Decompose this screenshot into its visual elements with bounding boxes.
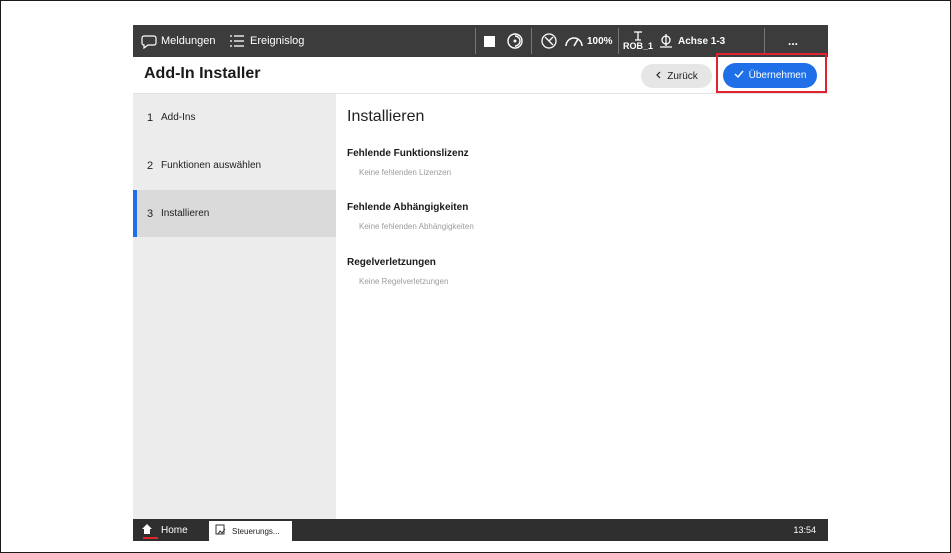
page-title: Add-In Installer [144, 65, 261, 82]
rule-violations-value: Keine Regelverletzungen [359, 277, 449, 286]
jog-icon[interactable] [540, 25, 558, 57]
list-icon [229, 34, 245, 48]
motor-icon[interactable] [506, 25, 524, 57]
speed-label: 100% [587, 35, 613, 47]
speed-button[interactable]: 100% [564, 25, 613, 57]
eventlog-button[interactable]: Ereignislog [229, 25, 304, 57]
step-number: 2 [147, 159, 154, 172]
missing-license-heading: Fehlende Funktionslizenz [347, 148, 469, 159]
section-title: Installieren [347, 108, 425, 125]
task-tab-controller[interactable]: Steuerungs... [209, 521, 292, 541]
stop-icon[interactable] [484, 25, 495, 57]
divider [531, 28, 532, 54]
back-label: Zurück [667, 70, 698, 82]
step-label: Funktionen auswählen [161, 160, 262, 171]
robot-icon [633, 31, 643, 41]
missing-license-value: Keine fehlenden Lizenzen [359, 168, 452, 177]
step-select-functions[interactable]: 2 Funktionen auswählen [133, 142, 336, 189]
home-label: Home [161, 524, 188, 536]
clock: 13:54 [793, 525, 816, 535]
missing-dependencies-value: Keine fehlenden Abhängigkeiten [359, 222, 474, 231]
messages-label: Meldungen [161, 35, 216, 47]
axes-label: Achse 1-3 [678, 35, 726, 47]
home-icon [141, 523, 153, 538]
messages-button[interactable]: Meldungen [141, 25, 215, 57]
back-button[interactable]: Zurück [641, 64, 712, 88]
task-label: Steuerungs... [232, 526, 280, 536]
taskbar: Home Steuerungs... 13:54 [133, 519, 828, 541]
step-install[interactable]: 3 Installieren [133, 190, 336, 237]
highlight-box [716, 53, 827, 93]
install-panel: Installieren Fehlende Funktionslizenz Ke… [336, 94, 828, 519]
chevron-left-icon [655, 71, 661, 82]
app-icon [215, 524, 227, 538]
divider [618, 28, 619, 54]
rule-violations-heading: Regelverletzungen [347, 257, 436, 268]
eventlog-label: Ereignislog [250, 35, 305, 47]
step-number: 1 [147, 111, 154, 124]
axes-icon [658, 33, 674, 49]
home-indicator [143, 537, 158, 539]
step-add-ins[interactable]: 1 Add-Ins [133, 94, 336, 141]
step-label: Installieren [161, 208, 210, 219]
missing-dependencies-heading: Fehlende Abhängigkeiten [347, 202, 469, 213]
divider [764, 28, 765, 54]
speed-gauge-icon [564, 34, 584, 48]
step-navigation: 1 Add-Ins 2 Funktionen auswählen 3 Insta… [133, 94, 336, 519]
robot-label: ROB_1 [623, 41, 654, 51]
flexpendant-screen: Meldungen Ereignislog 100% ROB_1 Achse 1… [133, 25, 828, 541]
messages-icon [141, 33, 157, 49]
divider [475, 28, 476, 54]
step-number: 3 [147, 207, 154, 220]
step-label: Add-Ins [161, 112, 196, 123]
robot-selector[interactable]: ROB_1 [623, 25, 653, 57]
